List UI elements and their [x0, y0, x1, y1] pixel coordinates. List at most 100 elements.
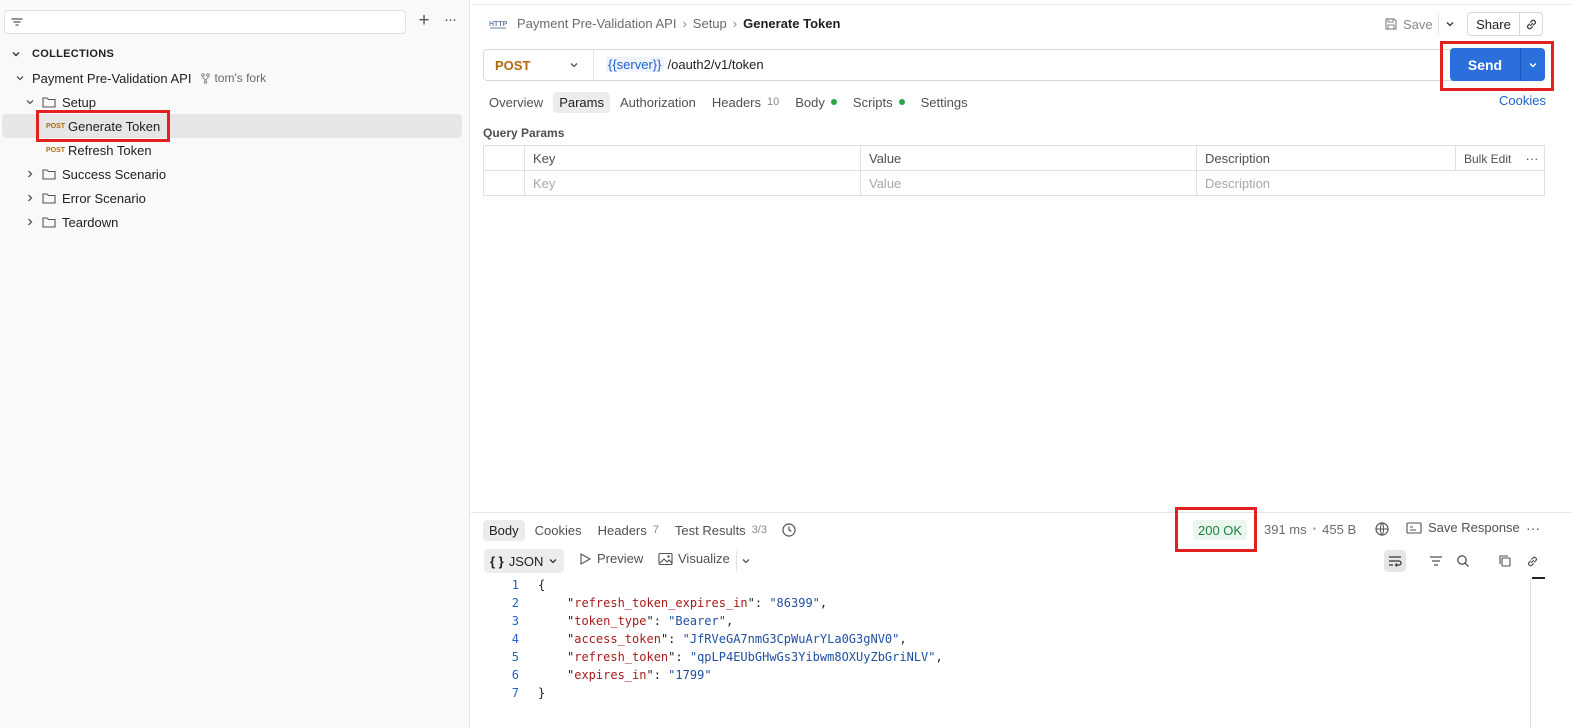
query-params-title: Query Params — [483, 126, 565, 140]
send-options-button[interactable] — [1520, 48, 1545, 81]
request-label: Generate Token — [68, 118, 161, 134]
share-button[interactable]: Share — [1467, 12, 1520, 36]
json-key: token_type — [574, 614, 647, 628]
new-collection-button[interactable]: + — [414, 11, 434, 31]
request-refresh-token[interactable]: POST Refresh Token — [46, 139, 152, 161]
response-more-button[interactable]: ··· — [1523, 520, 1543, 538]
save-options-button[interactable] — [1438, 13, 1460, 35]
folder-setup[interactable]: Setup — [24, 91, 96, 113]
tab-label: Params — [559, 94, 604, 110]
line-number: 5 — [511, 650, 519, 664]
tab-label: Authorization — [619, 94, 696, 110]
folder-success-scenario[interactable]: Success Scenario — [24, 163, 166, 185]
column-header-value: Value — [860, 146, 1197, 171]
response-time[interactable]: 391 ms — [1264, 522, 1307, 537]
tab-label: Settings — [920, 94, 968, 110]
preview-button[interactable]: Preview — [578, 551, 643, 566]
fork-icon — [201, 72, 211, 84]
params-more-button[interactable]: ··· — [1522, 146, 1542, 171]
url-bar: POST {{server}} /oauth2/v1/token — [483, 49, 1545, 81]
response-tab-headers[interactable]: Headers 7 — [592, 520, 665, 541]
chevron-down-icon — [1529, 62, 1537, 67]
line-number: 3 — [511, 614, 519, 628]
network-icon[interactable] — [1374, 521, 1390, 537]
column-header-key: Key — [524, 146, 861, 171]
breadcrumb-folder[interactable]: Setup — [693, 16, 727, 31]
response-body-editor[interactable]: 1 { 2 "refresh_token_expires_in": "86399… — [483, 578, 1528, 728]
code-text: } — [538, 686, 546, 700]
chevron-down-icon — [549, 559, 557, 564]
tab-settings[interactable]: Settings — [915, 92, 974, 113]
response-size[interactable]: 455 B — [1322, 522, 1356, 537]
tab-label: Headers — [597, 522, 647, 538]
table-header-row: Key Value Description Bulk Edit ··· — [484, 146, 1544, 171]
tab-body[interactable]: Body — [789, 92, 843, 113]
bulk-edit-button[interactable]: Bulk Edit — [1455, 146, 1515, 171]
tab-headers[interactable]: Headers 10 — [706, 92, 785, 113]
folder-error-scenario[interactable]: Error Scenario — [24, 187, 146, 209]
visualize-options-button[interactable] — [736, 551, 754, 571]
filter-icon — [1430, 556, 1442, 566]
copy-icon — [1499, 555, 1511, 567]
tab-scripts[interactable]: Scripts — [847, 92, 911, 113]
request-generate-token[interactable]: POST Generate Token — [46, 115, 160, 137]
response-tab-body[interactable]: Body — [483, 519, 525, 541]
copy-link-button[interactable] — [1519, 12, 1543, 36]
editor-scrollbar-track — [1530, 578, 1531, 728]
search-response-button[interactable] — [1452, 550, 1474, 572]
copy-response-button[interactable] — [1494, 550, 1516, 572]
filter-response-button[interactable] — [1425, 550, 1447, 572]
image-icon — [658, 552, 673, 565]
value-input[interactable]: Value — [860, 171, 1197, 196]
folder-label: Teardown — [62, 214, 119, 230]
json-key: refresh_token_expires_in — [574, 596, 748, 610]
save-icon — [1385, 18, 1397, 30]
breadcrumb-request[interactable]: Generate Token — [743, 16, 840, 31]
visualize-label: Visualize — [678, 551, 730, 566]
save-response-button[interactable]: Save Response — [1406, 520, 1520, 535]
fork-label: tom's fork — [200, 71, 266, 85]
wrap-lines-button[interactable] — [1384, 550, 1406, 572]
status-badge: 200 OK — [1193, 520, 1248, 540]
folder-icon — [42, 193, 56, 204]
code-text: "token_type": "Bearer", — [567, 614, 734, 628]
sidebar-more-button[interactable]: ··· — [440, 11, 460, 31]
code-line: 6 "expires_in": "1799" — [483, 668, 1523, 686]
url-variable: {{server}} — [606, 57, 664, 72]
response-tab-test-results[interactable]: Test Results 3/3 — [669, 520, 773, 541]
url-input[interactable]: {{server}} /oauth2/v1/token — [606, 57, 764, 72]
key-input[interactable]: Key — [524, 171, 861, 196]
code-text: "refresh_token": "qpLP4EUbGHwGs3Yibwm8OX… — [567, 650, 943, 664]
tab-params[interactable]: Params — [553, 91, 610, 113]
code-text: "refresh_token_expires_in": "86399", — [567, 596, 828, 610]
response-link-button[interactable] — [1521, 550, 1543, 572]
line-number: 7 — [511, 686, 519, 700]
visualize-button[interactable]: Visualize — [658, 551, 730, 566]
code-line: 1 { — [483, 578, 1523, 596]
history-icon[interactable] — [781, 522, 797, 538]
tab-authorization[interactable]: Authorization — [614, 92, 702, 113]
tab-label: Overview — [489, 94, 544, 110]
separator-dot: • — [1312, 524, 1317, 535]
chevron-right-icon — [28, 170, 33, 178]
collection-item[interactable]: Payment Pre-Validation API tom's fork — [14, 67, 266, 89]
format-select[interactable]: { } JSON — [484, 549, 564, 573]
folder-teardown[interactable]: Teardown — [24, 211, 118, 233]
folder-icon — [42, 97, 56, 108]
response-tab-cookies[interactable]: Cookies — [529, 520, 588, 541]
method-select[interactable]: POST — [484, 50, 594, 80]
description-input[interactable]: Description — [1196, 171, 1544, 196]
play-icon — [580, 552, 592, 565]
cookies-link[interactable]: Cookies — [1499, 93, 1546, 108]
sidebar: + ··· COLLECTIONS Payment Pre-Validation… — [0, 0, 470, 728]
send-button[interactable]: Send — [1450, 48, 1520, 81]
breadcrumb-collection[interactable]: Payment Pre-Validation API — [517, 16, 676, 31]
code-line: 4 "access_token": "JfRVeGA7nmG3CpWuArYLa… — [483, 632, 1523, 650]
tab-overview[interactable]: Overview — [483, 92, 549, 113]
save-button[interactable]: Save — [1384, 14, 1433, 34]
json-value: Bearer — [675, 614, 719, 628]
status-dot — [898, 99, 905, 105]
collections-heading[interactable]: COLLECTIONS — [10, 46, 114, 62]
editor-scrollbar[interactable] — [1532, 577, 1545, 579]
sidebar-search-input[interactable] — [4, 10, 406, 34]
